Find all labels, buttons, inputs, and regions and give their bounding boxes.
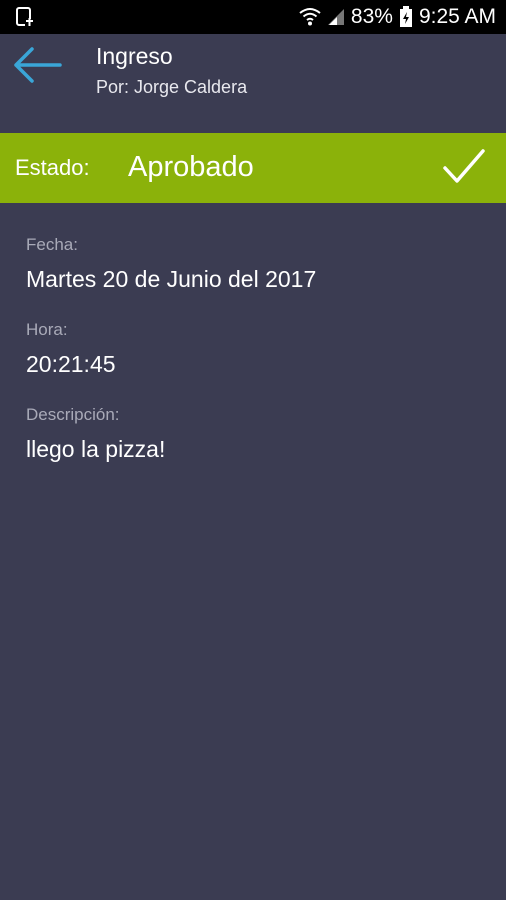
battery-icon — [399, 6, 412, 27]
wifi-icon — [299, 8, 321, 26]
state-value: Aprobado — [128, 151, 254, 183]
fecha-value: Martes 20 de Junio del 2017 — [26, 266, 317, 292]
descripcion-label: Descripción: — [26, 405, 120, 424]
hora-label: Hora: — [26, 320, 68, 339]
status-right-group: 83% 9:25 AM — [299, 0, 496, 34]
back-button[interactable] — [8, 40, 66, 90]
status-bar: 83% 9:25 AM — [0, 0, 506, 34]
arrow-left-icon — [14, 47, 62, 83]
screenshot-icon — [16, 7, 34, 26]
state-label: Estado: — [15, 155, 90, 180]
descripcion-value: llego la pizza! — [26, 436, 166, 462]
signal-icon — [327, 9, 344, 25]
battery-percent: 83% — [350, 5, 393, 28]
status-time: 9:25 AM — [418, 5, 496, 28]
app-bar: Ingreso Por: Jorge Caldera — [0, 34, 506, 132]
check-icon — [443, 149, 485, 183]
status-banner: Estado: Aprobado — [0, 133, 506, 203]
fecha-label: Fecha: — [26, 235, 78, 254]
page-subtitle: Por: Jorge Caldera — [96, 77, 248, 97]
hora-value: 20:21:45 — [26, 351, 116, 377]
page-title: Ingreso — [96, 43, 173, 69]
